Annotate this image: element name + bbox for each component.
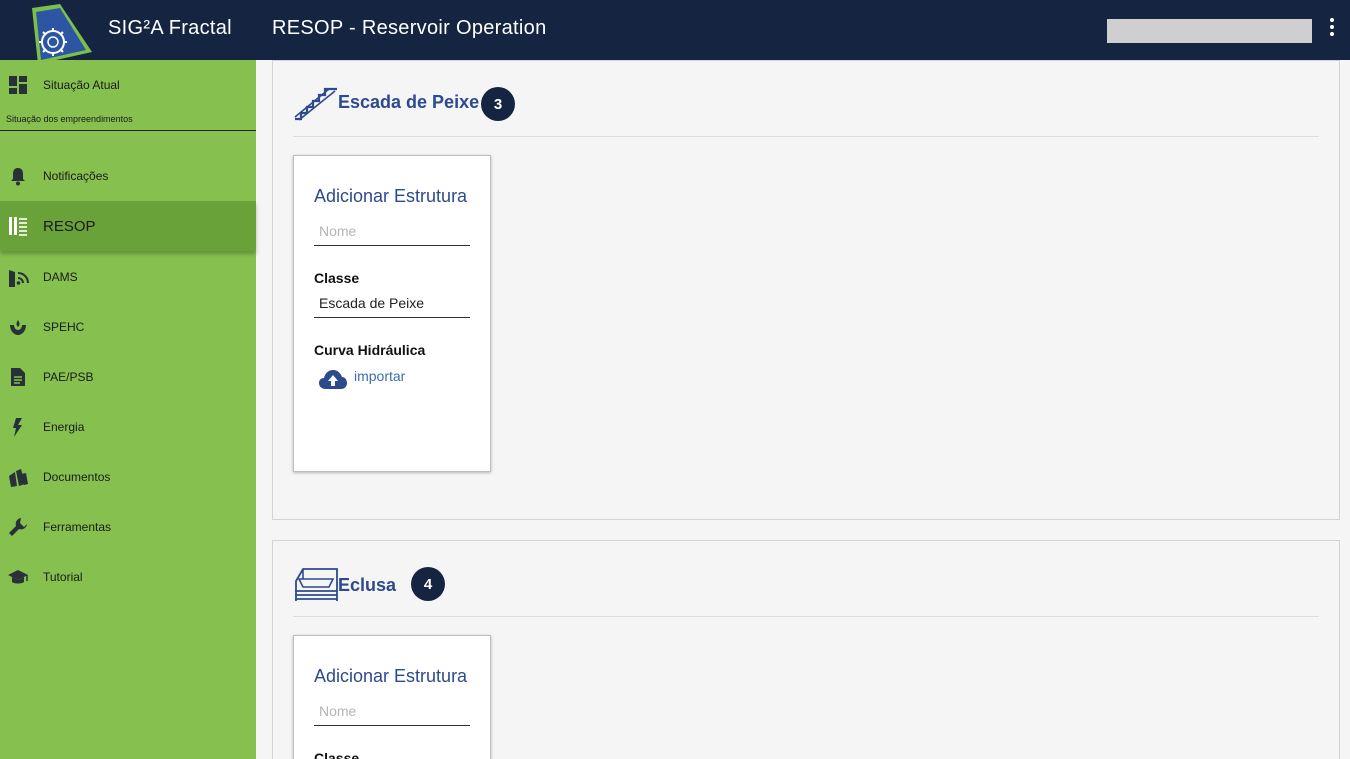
sidebar-item-label: SPEHC — [43, 320, 85, 334]
sidebar-item-label: Situação Atual — [43, 78, 120, 92]
card-title: Adicionar Estrutura — [314, 186, 468, 206]
class-select[interactable]: Escada de Peixe — [314, 288, 470, 318]
sidebar-item-label: Energia — [43, 420, 85, 434]
sidebar-item-documentos[interactable]: Documentos — [0, 452, 256, 502]
sidebar-item-label: RESOP — [43, 217, 96, 235]
sidebar-item-resop[interactable]: RESOP — [0, 201, 256, 251]
add-structure-card: Adicionar Estrutura Classe Escada de Pei… — [293, 155, 491, 472]
dam-gate-icon — [9, 217, 27, 236]
name-input[interactable] — [314, 696, 470, 726]
section-divider — [293, 136, 1319, 137]
count-badge: 4 — [411, 567, 445, 601]
cloud-upload-icon — [319, 370, 347, 389]
sidebar-item-tutorial[interactable]: Tutorial — [0, 552, 256, 602]
sidebar-item-notificacoes[interactable]: Notificações — [0, 151, 256, 201]
section-header: Eclusa 4 — [293, 565, 493, 605]
app-logo-icon[interactable] — [26, 2, 94, 66]
sidebar-item-label: Tutorial — [43, 570, 83, 584]
class-label: Classe — [314, 270, 360, 286]
top-bar: SIG²A Fractal RESOP - Reservoir Operatio… — [0, 0, 1350, 64]
sidebar-item-dams[interactable]: DAMS — [0, 252, 256, 302]
more-options-icon[interactable] — [1322, 18, 1342, 40]
sidebar-item-label: Documentos — [43, 470, 111, 484]
section-title: Eclusa — [338, 575, 397, 595]
app-name: SIG²A Fractal — [108, 17, 232, 39]
section-divider — [293, 616, 1319, 617]
import-button[interactable]: importar — [318, 368, 405, 390]
document-icon — [11, 368, 25, 386]
lock-gate-icon — [295, 568, 338, 601]
sidebar-item-label: DAMS — [43, 270, 78, 284]
class-label: Classe — [314, 750, 360, 759]
section-title: Escada de Peixe — [338, 92, 480, 112]
section-caption: Situação dos empreendimentos — [6, 114, 133, 124]
add-structure-card: Adicionar Estrutura Classe — [293, 635, 491, 759]
section-escada-de-peixe: Escada de Peixe 3 Adicionar Estrutura Cl… — [272, 60, 1340, 520]
lightning-icon — [13, 418, 22, 437]
graduation-cap-icon — [8, 570, 28, 584]
dam-signal-icon — [9, 270, 29, 287]
page-title: RESOP - Reservoir Operation — [272, 17, 547, 39]
fish-ladder-icon — [294, 87, 337, 121]
dashboard-icon — [9, 76, 27, 94]
user-menu-field[interactable] — [1107, 19, 1312, 43]
sidebar-item-label: Notificações — [43, 169, 109, 183]
sidebar-item-label: Ferramentas — [43, 520, 112, 534]
section-divider — [0, 130, 256, 131]
sidebar-item-spehc[interactable]: SPEHC — [0, 302, 256, 352]
sidebar-item-ferramentas[interactable]: Ferramentas — [0, 502, 256, 552]
wrench-icon — [9, 518, 27, 536]
section-header: Escada de Peixe 3 — [293, 84, 593, 124]
hydro-icon — [10, 320, 26, 335]
sidebar-item-label: PAE/PSB — [43, 370, 94, 384]
curve-label: Curva Hidráulica — [314, 342, 426, 358]
sidebar-item-pae-psb[interactable]: PAE/PSB — [0, 352, 256, 402]
sidebar: Situação Atual Situação dos empreendimen… — [0, 60, 256, 759]
section-eclusa: Eclusa 4 Adicionar Estrutura Classe — [272, 540, 1340, 759]
name-input[interactable] — [314, 216, 470, 246]
count-badge: 3 — [481, 87, 515, 121]
sidebar-item-energia[interactable]: Energia — [0, 402, 256, 452]
import-label: importar — [354, 368, 406, 384]
sidebar-item-situacao-atual[interactable]: Situação Atual — [0, 60, 256, 110]
card-title: Adicionar Estrutura — [314, 666, 468, 686]
books-icon — [9, 469, 28, 487]
bell-icon — [11, 168, 25, 186]
